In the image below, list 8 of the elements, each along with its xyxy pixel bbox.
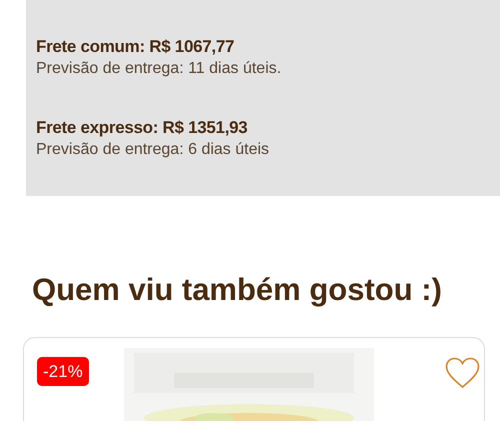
discount-badge: -21%: [37, 357, 89, 386]
heart-icon[interactable]: [445, 357, 480, 389]
delivery-estimate: Previsão de entrega: 6 dias úteis: [36, 140, 270, 160]
section-heading: Quem viu também gostou :): [32, 271, 443, 309]
product-card[interactable]: -21%: [23, 337, 485, 421]
shipping-title: Frete expresso: R$ 1351,93: [36, 117, 248, 139]
shipping-title: Frete comum: R$ 1067,77: [36, 36, 236, 58]
delivery-estimate: Previsão de entrega: 11 dias úteis.: [36, 59, 282, 79]
